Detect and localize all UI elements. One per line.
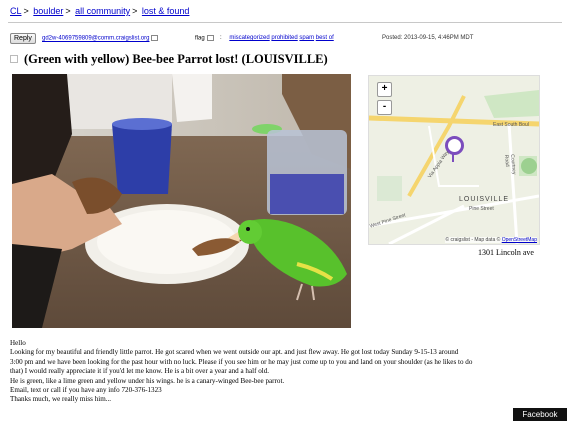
breadcrumb-separator: > — [65, 6, 71, 16]
map-attribution-text: © craigslist - Map data © — [445, 237, 501, 243]
body-line: Thanks much, we really miss him... — [10, 395, 112, 404]
reply-button[interactable]: Reply — [10, 33, 36, 44]
flag-label-row: flag — [195, 35, 214, 42]
flag-help-icon[interactable] — [206, 35, 214, 41]
parrot-photo[interactable] — [12, 74, 351, 328]
posted-timestamp: Posted: 2013-09-15, 4:46PM MDT — [382, 35, 474, 41]
flag-links: : miscategorized prohibited spam best of — [220, 35, 334, 41]
breadcrumb-separator: > — [132, 6, 138, 16]
breadcrumb-lost-found-link[interactable]: lost & found — [142, 6, 190, 16]
body-line: Email, text or call if you have any info… — [10, 386, 162, 395]
map-street-label: Pine Street — [469, 206, 494, 212]
map-zoom-out-button[interactable]: - — [377, 100, 392, 115]
body-line: He is green, like a lime green and yello… — [10, 376, 285, 385]
body-line: 3:00 pm and we have been looking for the… — [10, 357, 473, 366]
flag-label: flag — [195, 35, 205, 42]
posting-toolbar: Reply gd2w-4069759809@comm.craigslist.or… — [10, 33, 560, 45]
flag-miscategorized-link[interactable]: miscategorized — [229, 35, 269, 41]
body-line: Looking for my beautiful and friendly li… — [10, 348, 459, 357]
map-pin-tail — [452, 154, 454, 162]
openstreetmap-link[interactable]: OpenStreetMap — [502, 237, 537, 243]
flag-prohibited-link[interactable]: prohibited — [271, 35, 297, 41]
breadcrumb-cl-link[interactable]: CL — [10, 6, 22, 16]
map-attribution: © craigslist - Map data © OpenStreetMap — [445, 237, 537, 243]
body-line: that) I would really appreciate it if yo… — [10, 367, 270, 376]
breadcrumb: CL > boulder > all community > lost & found — [10, 6, 189, 16]
favorite-star-icon[interactable] — [10, 55, 18, 63]
parrot-photo-image — [12, 74, 351, 328]
body-line: Hello — [10, 339, 26, 347]
breadcrumb-community-link[interactable]: all community — [75, 6, 130, 16]
breadcrumb-separator: > — [23, 6, 29, 16]
breadcrumb-boulder-link[interactable]: boulder — [33, 6, 63, 16]
map-city-label: LOUISVILLE — [459, 196, 510, 203]
facebook-watermark: Facebook — [513, 408, 567, 421]
map-street-label: Courtney Road — [503, 154, 517, 175]
map-zoom-in-button[interactable]: + — [377, 82, 392, 97]
map-street-label: East South Boul — [493, 122, 529, 128]
posting-body: Hello Looking for my beautiful and frien… — [10, 339, 565, 405]
flag-best-of-link[interactable]: best of — [316, 35, 334, 41]
info-icon[interactable] — [151, 35, 159, 41]
page-title: (Green with yellow) Bee-bee Parrot lost!… — [24, 52, 328, 66]
reply-email-row: gd2w-4069759809@comm.craigslist.org — [42, 35, 159, 42]
flag-spam-link[interactable]: spam — [299, 35, 314, 41]
reply-email-link[interactable]: gd2w-4069759809@comm.craigslist.org — [42, 36, 149, 42]
header-divider — [8, 22, 562, 23]
location-map[interactable]: + - East South Boul LOUISVILLE Pine Stre… — [368, 75, 540, 245]
posting-address: 1301 Lincoln ave — [478, 248, 534, 257]
